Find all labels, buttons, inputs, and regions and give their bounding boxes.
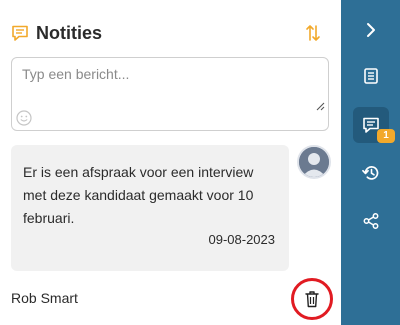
sidebar-item-documents[interactable] — [353, 58, 389, 94]
note-icon — [11, 24, 29, 42]
sidebar-item-history[interactable] — [353, 155, 389, 191]
note-text: Er is een afspraak voor een interview me… — [23, 164, 254, 226]
sort-arrows-icon[interactable] — [305, 24, 321, 42]
right-sidebar: 1 — [341, 0, 400, 325]
page-title: Notities — [36, 23, 103, 43]
notes-count-badge: 1 — [377, 129, 395, 143]
trash-icon — [305, 291, 319, 308]
chevron-right-icon — [367, 23, 375, 37]
delete-note-button[interactable] — [291, 278, 333, 320]
user-avatar-icon — [297, 145, 331, 179]
note-author: Rob Smart — [11, 290, 78, 306]
notes-panel: Notities Er is een afspraak voor — [0, 0, 341, 325]
share-icon — [363, 213, 379, 229]
note-date: 09-08-2023 — [208, 232, 276, 247]
message-compose — [11, 57, 329, 131]
message-input[interactable] — [12, 58, 328, 112]
sidebar-item-share[interactable] — [353, 203, 389, 239]
smiley-icon[interactable] — [16, 110, 32, 126]
history-icon — [362, 166, 379, 180]
note-card: Er is een afspraak voor een interview me… — [11, 145, 289, 271]
document-icon — [364, 68, 378, 84]
sidebar-collapse-button[interactable] — [353, 12, 389, 48]
resize-handle[interactable] — [316, 98, 325, 111]
sidebar-item-notes[interactable]: 1 — [353, 107, 395, 143]
notes-header: Notities — [11, 21, 329, 47]
